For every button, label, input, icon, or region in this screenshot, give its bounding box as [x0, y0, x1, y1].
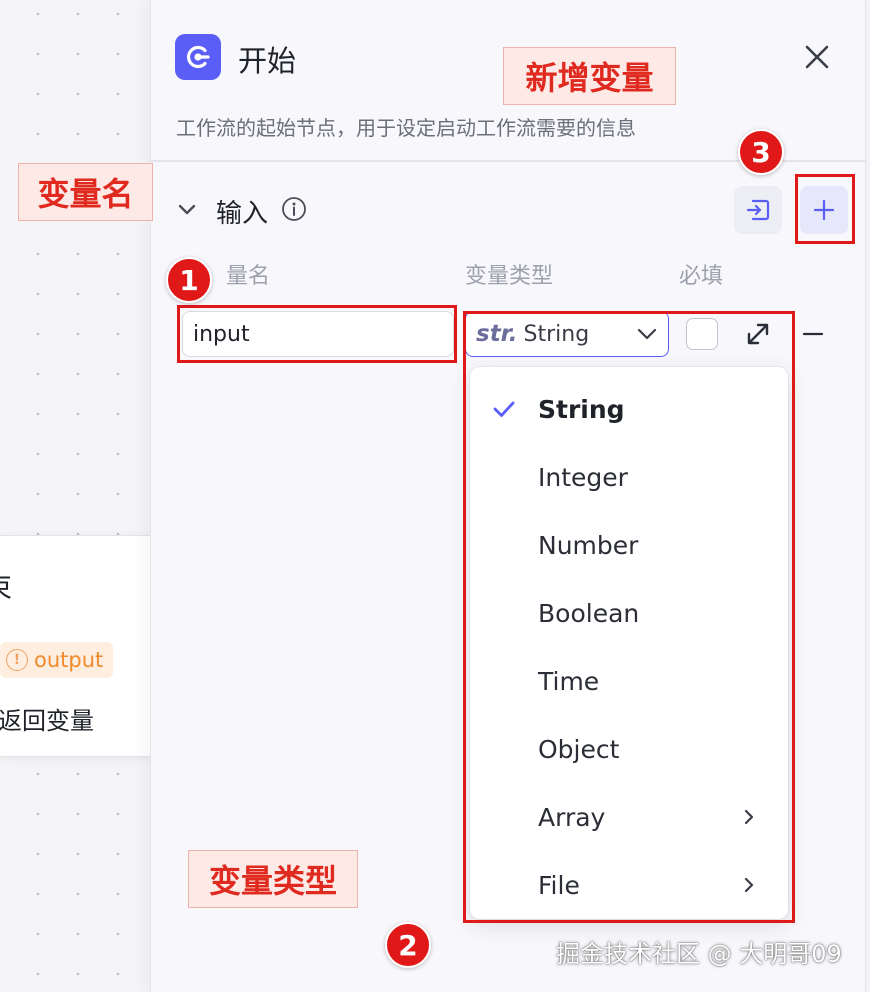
- remove-variable-button[interactable]: [802, 324, 824, 344]
- badge-3: 3: [738, 129, 784, 175]
- watermark: 掘金技术社区 @ 大明哥09: [556, 940, 842, 968]
- output-tag-label: output: [34, 648, 104, 672]
- import-variables-button[interactable]: [734, 186, 782, 234]
- panel-title: 开始: [238, 44, 297, 78]
- callout-variable-type: 变量类型: [188, 850, 358, 908]
- callout-variable-name: 变量名: [18, 163, 153, 221]
- import-icon: [746, 199, 770, 221]
- input-section-label: 输入: [216, 199, 269, 229]
- end-node-title: 束: [0, 566, 12, 606]
- info-icon[interactable]: [281, 196, 307, 222]
- column-header-required: 必填: [679, 264, 724, 289]
- badge-2: 2: [385, 922, 431, 968]
- highlight-variable-type: [463, 311, 795, 923]
- highlight-add-variable: [795, 174, 855, 244]
- badge-1: 1: [166, 257, 212, 303]
- background-end-node[interactable]: 束 ! output 返回变量: [0, 535, 152, 757]
- start-node-icon: [175, 34, 221, 80]
- column-header-name: 量名: [226, 264, 271, 289]
- highlight-variable-name: [177, 305, 457, 363]
- close-icon[interactable]: [800, 40, 834, 74]
- chevron-down-icon[interactable]: [176, 198, 198, 220]
- warning-icon: !: [6, 649, 28, 671]
- end-node-description: 返回变量: [0, 707, 94, 735]
- callout-add-variable: 新增变量: [503, 47, 676, 105]
- panel-description: 工作流的起始节点，用于设定启动工作流需要的信息: [176, 116, 636, 140]
- output-tag: ! output: [0, 642, 114, 678]
- column-header-type: 变量类型: [465, 264, 554, 289]
